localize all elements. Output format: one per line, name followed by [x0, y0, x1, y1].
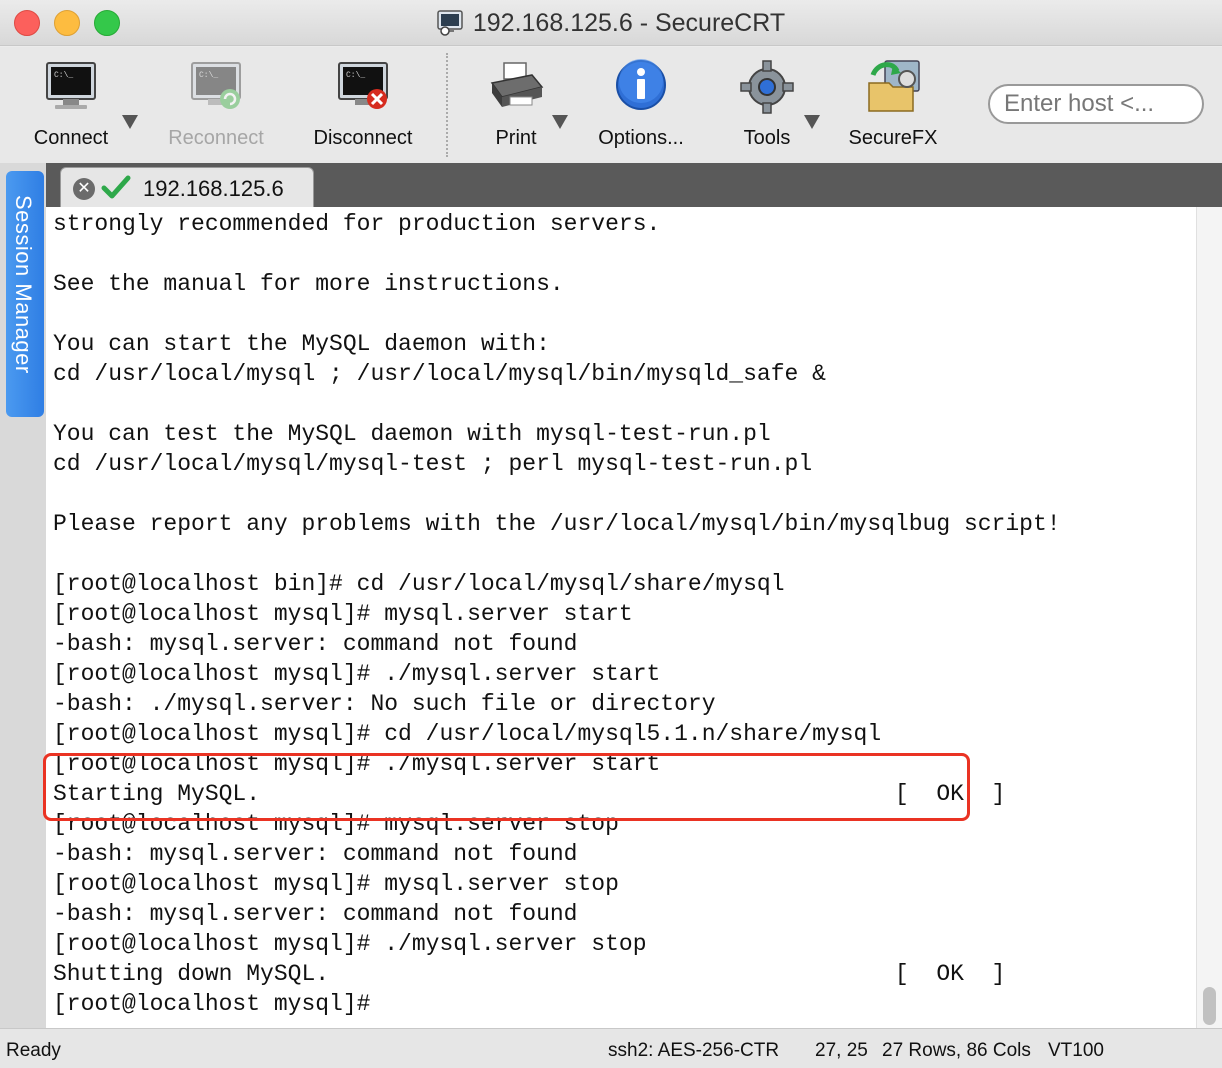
session-manager-sidebar: Session Manager: [0, 163, 46, 1028]
terminal-line: cd /usr/local/mysql ; /usr/local/mysql/b…: [53, 361, 826, 387]
options-button[interactable]: Options...: [585, 47, 697, 163]
svg-text:C:\_: C:\_: [54, 71, 73, 80]
terminal-line: [root@localhost mysql]# cd /usr/local/my…: [53, 721, 882, 747]
terminal-line: Please report any problems with the /usr…: [53, 511, 1061, 537]
status-cursor-position: 27, 25: [815, 1040, 868, 1061]
gear-icon: [740, 60, 794, 114]
terminal-line: [root@localhost mysql]# ./mysql.server s…: [53, 931, 647, 957]
status-ready: Ready: [6, 1040, 61, 1061]
connect-label: Connect: [33, 127, 109, 149]
options-label: Options...: [598, 127, 684, 149]
terminal-line: -bash: mysql.server: command not found: [53, 631, 578, 657]
terminal-line: [root@localhost mysql]# ./mysql.server s…: [53, 661, 661, 687]
terminal-line: Shutting down MySQL. [ OK ]: [53, 961, 1006, 987]
reconnect-label: Reconnect: [168, 127, 264, 149]
terminal-line: [root@localhost mysql]# mysql.server sto…: [53, 871, 619, 897]
tools-button[interactable]: Tools: [726, 47, 808, 163]
session-manager-label: Session Manager: [11, 195, 36, 374]
securefx-button[interactable]: SecureFX: [838, 47, 948, 163]
svg-text:C:\_: C:\_: [199, 71, 218, 80]
terminal-line: [root@localhost mysql]#: [53, 991, 371, 1017]
securefx-icon: [868, 60, 920, 112]
print-dropdown-arrow[interactable]: [552, 115, 568, 129]
terminal-line: See the manual for more instructions.: [53, 271, 564, 297]
terminal-line: [root@localhost bin]# cd /usr/local/mysq…: [53, 571, 785, 597]
status-cipher: ssh2: AES-256-CTR: [608, 1040, 780, 1061]
securecrt-app-icon: [437, 10, 463, 36]
scrollbar-thumb[interactable]: [1203, 987, 1216, 1025]
connect-dropdown-arrow[interactable]: [122, 115, 138, 129]
print-label: Print: [495, 127, 537, 149]
tools-label: Tools: [743, 127, 791, 149]
toolbar: C:\_ Connect C:\_ Reconnect C:\_ Disconn…: [0, 47, 1222, 163]
window-title: 192.168.125.6 - SecureCRT: [472, 9, 786, 37]
terminal-line: -bash: ./mysql.server: No such file or d…: [53, 691, 716, 717]
connected-check-icon: [101, 175, 131, 199]
terminal-line: -bash: mysql.server: command not found: [53, 841, 578, 867]
terminal-line: -bash: mysql.server: command not found: [53, 901, 578, 927]
connect-button[interactable]: C:\_ Connect: [20, 47, 122, 163]
info-icon: [616, 59, 666, 110]
reconnect-button[interactable]: C:\_ Reconnect: [160, 47, 272, 163]
tab-label: 192.168.125.6: [143, 176, 284, 201]
reconnect-icon: C:\_: [191, 62, 241, 109]
toolbar-separator: [446, 53, 448, 157]
terminal-line: strongly recommended for production serv…: [53, 211, 661, 237]
terminal-output: strongly recommended for production serv…: [46, 209, 1196, 1019]
print-button[interactable]: Print: [470, 47, 562, 163]
disconnect-icon: C:\_: [338, 62, 388, 109]
connect-icon: C:\_: [46, 62, 96, 109]
terminal-scrollbar[interactable]: [1196, 207, 1222, 1028]
terminal-line: cd /usr/local/mysql/mysql-test ; perl my…: [53, 451, 813, 477]
terminal-line: You can test the MySQL daemon with mysql…: [53, 421, 771, 447]
window-title-container: 192.168.125.6 - SecureCRT: [0, 8, 1222, 38]
status-terminal-size: 27 Rows, 86 Cols: [882, 1040, 1031, 1061]
printer-icon: [490, 62, 544, 107]
disconnect-button[interactable]: C:\_ Disconnect: [302, 47, 424, 163]
terminal-line: You can start the MySQL daemon with:: [53, 331, 550, 357]
tab-close-icon[interactable]: ✕: [73, 178, 95, 200]
svg-text:C:\_: C:\_: [346, 71, 365, 80]
tab-session-192-168-125-6[interactable]: ✕ 192.168.125.6: [60, 167, 314, 207]
terminal-view[interactable]: strongly recommended for production serv…: [46, 207, 1196, 1028]
terminal-line: [root@localhost mysql]# mysql.server sta…: [53, 601, 633, 627]
disconnect-label: Disconnect: [313, 127, 413, 149]
status-emulation: VT100: [1048, 1040, 1104, 1061]
session-tab-strip: ✕ 192.168.125.6: [46, 163, 1222, 207]
title-bar: 192.168.125.6 - SecureCRT: [0, 0, 1222, 46]
securefx-label: SecureFX: [848, 127, 938, 149]
status-bar: Ready ssh2: AES-256-CTR 27, 25 27 Rows, …: [0, 1028, 1222, 1068]
host-search-input[interactable]: [988, 84, 1204, 124]
session-manager-tab[interactable]: Session Manager: [6, 171, 44, 417]
tools-dropdown-arrow[interactable]: [804, 115, 820, 129]
highlight-annotation-box: [43, 753, 970, 821]
